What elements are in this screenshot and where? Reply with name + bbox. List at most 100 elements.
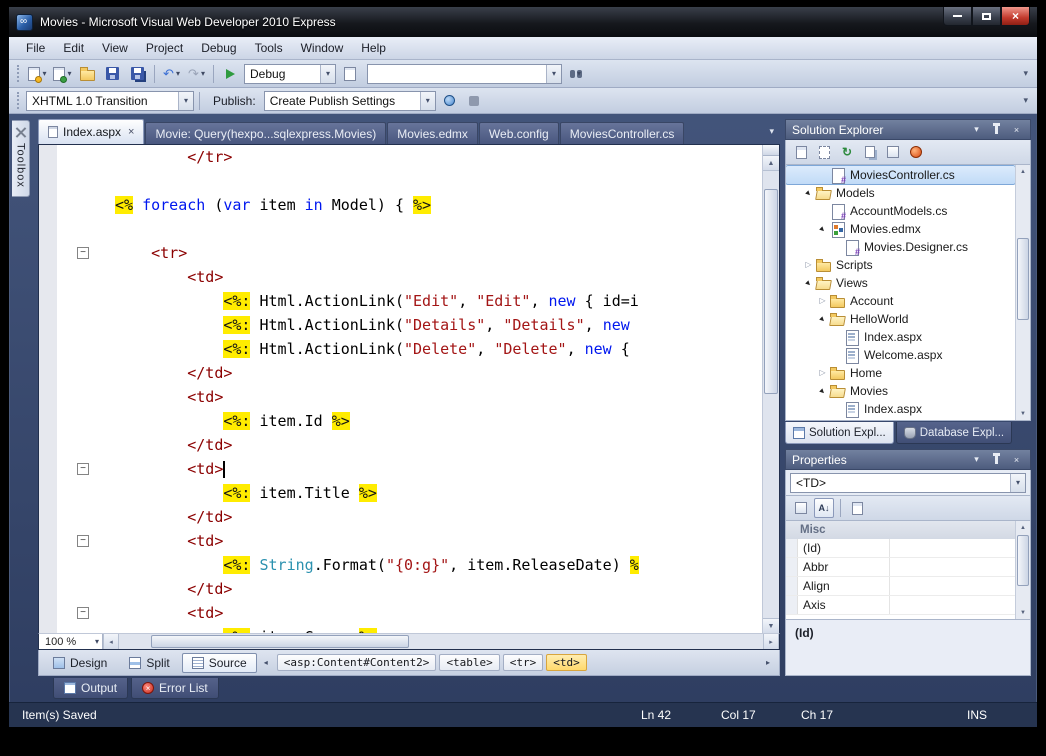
vertical-scrollbar[interactable]: ▲ ▼ bbox=[762, 145, 779, 633]
combo-dropdown-icon[interactable]: ▾ bbox=[420, 92, 435, 110]
new-web-site-button[interactable]: ▾ bbox=[26, 63, 49, 85]
collapsed-icon[interactable]: ▷ bbox=[816, 369, 829, 377]
code-line[interactable]: <%: String.Format("{0:g}", item.ReleaseD… bbox=[39, 553, 762, 577]
find-in-files-button[interactable]: ▾ bbox=[564, 63, 587, 85]
dropdown-arrow-icon[interactable]: ▾ bbox=[201, 70, 205, 78]
save-all-button[interactable] bbox=[126, 63, 149, 85]
selected-object-combo[interactable]: <TD>▾ bbox=[790, 473, 1026, 493]
tree-item[interactable]: ▸Models bbox=[786, 184, 1015, 202]
property-row[interactable]: Axis bbox=[786, 596, 1015, 615]
code-line[interactable] bbox=[39, 217, 762, 241]
scroll-down-icon[interactable]: ▼ bbox=[763, 618, 779, 633]
scroll-up-icon[interactable]: ▲ bbox=[1016, 521, 1030, 534]
start-debugging-button[interactable] bbox=[219, 63, 242, 85]
code-line[interactable]: </td> bbox=[39, 505, 762, 529]
code-line[interactable]: <td> bbox=[39, 265, 762, 289]
tab-output[interactable]: Output bbox=[53, 678, 128, 699]
document-tab[interactable]: Movies.edmx bbox=[387, 122, 478, 144]
window-menu-icon[interactable]: ▾ bbox=[969, 452, 984, 467]
fold-collapse-icon[interactable]: − bbox=[77, 463, 89, 475]
open-file-button[interactable] bbox=[76, 63, 99, 85]
breadcrumb-right-icon[interactable]: ▸ bbox=[761, 654, 775, 672]
property-value[interactable] bbox=[890, 558, 1015, 576]
toolbar-options-icon[interactable]: ▾ bbox=[1019, 68, 1032, 79]
code-line[interactable]: − <td> bbox=[39, 601, 762, 625]
code-line[interactable]: </td> bbox=[39, 433, 762, 457]
scrollbar-thumb[interactable] bbox=[1017, 535, 1029, 585]
properties-button[interactable] bbox=[791, 142, 811, 162]
aspnet-configuration-button[interactable] bbox=[906, 142, 926, 162]
property-row[interactable]: Align bbox=[786, 577, 1015, 596]
tree-item[interactable]: Welcome.aspx bbox=[786, 346, 1015, 364]
expanded-icon[interactable]: ▸ bbox=[815, 383, 831, 399]
solution-explorer-header[interactable]: Solution Explorer ▾ × bbox=[785, 119, 1031, 140]
scrollbar-track[interactable] bbox=[763, 171, 779, 618]
code-line[interactable]: − <tr> bbox=[39, 241, 762, 265]
menu-item-tools[interactable]: Tools bbox=[246, 38, 292, 58]
menu-item-file[interactable]: File bbox=[17, 38, 54, 58]
property-value[interactable] bbox=[890, 539, 1015, 557]
dropdown-arrow-icon[interactable]: ▾ bbox=[42, 70, 46, 78]
design-view-button[interactable]: Design bbox=[43, 653, 117, 673]
solution-configuration-combo[interactable]: Debug▾ bbox=[244, 64, 336, 84]
breadcrumb-left-icon[interactable]: ◂ bbox=[259, 654, 273, 672]
publish-profile-combo[interactable]: Create Publish Settings▾ bbox=[264, 91, 436, 111]
copy-web-site-button[interactable] bbox=[860, 142, 880, 162]
collapsed-icon[interactable]: ▷ bbox=[816, 297, 829, 305]
source-view-button[interactable]: Source bbox=[182, 653, 257, 673]
tree-scrollbar[interactable]: ▲ ▼ bbox=[1015, 165, 1030, 420]
tree-item[interactable]: Movies.Designer.cs bbox=[786, 238, 1015, 256]
code-line[interactable]: <%: item.Id %> bbox=[39, 409, 762, 433]
zoom-combo[interactable]: 100 %▾ bbox=[39, 634, 103, 649]
minimize-button[interactable] bbox=[943, 7, 972, 26]
code-editor[interactable]: </tr><% foreach (var item in Model) { %>… bbox=[39, 145, 762, 633]
scroll-up-icon[interactable]: ▲ bbox=[1016, 165, 1030, 178]
redo-button[interactable]: ↷▾ bbox=[185, 63, 208, 85]
menu-item-view[interactable]: View bbox=[93, 38, 137, 58]
code-line[interactable]: − <td> bbox=[39, 457, 762, 481]
close-button[interactable]: × bbox=[1001, 7, 1030, 26]
combo-dropdown-icon[interactable]: ▾ bbox=[178, 92, 193, 110]
tree-item[interactable]: ▸HelloWorld bbox=[786, 310, 1015, 328]
fold-collapse-icon[interactable]: − bbox=[77, 247, 89, 259]
show-all-files-button[interactable] bbox=[814, 142, 834, 162]
menu-item-window[interactable]: Window bbox=[292, 38, 353, 58]
breadcrumb-tag[interactable]: <table> bbox=[439, 654, 499, 671]
scrollbar-thumb[interactable] bbox=[764, 189, 778, 395]
pin-icon[interactable] bbox=[989, 452, 1004, 467]
document-tab[interactable]: Index.aspx× bbox=[38, 119, 144, 144]
undo-button[interactable]: ↶▾ bbox=[160, 63, 183, 85]
panel-close-icon[interactable]: × bbox=[1009, 122, 1024, 137]
breadcrumb-tag[interactable]: <tr> bbox=[503, 654, 544, 671]
scroll-down-icon[interactable]: ▼ bbox=[1016, 407, 1030, 420]
breadcrumb-tag[interactable]: <asp:Content#Content2> bbox=[277, 654, 437, 671]
hscrollbar-thumb[interactable] bbox=[151, 635, 409, 648]
properties-header[interactable]: Properties ▾ × bbox=[785, 449, 1031, 470]
tree-item[interactable]: Index.aspx bbox=[786, 328, 1015, 346]
tree-item[interactable]: ▸Movies.edmx bbox=[786, 220, 1015, 238]
tree-item[interactable]: MoviesController.cs bbox=[786, 166, 1015, 184]
window-menu-icon[interactable]: ▾ bbox=[969, 122, 984, 137]
expanded-icon[interactable]: ▸ bbox=[801, 185, 817, 201]
categorized-button[interactable] bbox=[791, 498, 811, 518]
splitter-handle[interactable] bbox=[763, 145, 779, 156]
code-line[interactable]: <%: Html.ActionLink("Edit", "Edit", new … bbox=[39, 289, 762, 313]
document-tab[interactable]: MoviesController.cs bbox=[560, 122, 685, 144]
dropdown-arrow-icon[interactable]: ▾ bbox=[176, 70, 180, 78]
toolbar-options-icon[interactable]: ▾ bbox=[1019, 95, 1032, 106]
property-pages-button[interactable] bbox=[847, 498, 867, 518]
code-line[interactable]: <%: item.Genre %> bbox=[39, 625, 762, 633]
code-line[interactable]: <% foreach (var item in Model) { %> bbox=[39, 193, 762, 217]
tree-item[interactable]: ▷Account bbox=[786, 292, 1015, 310]
document-tab[interactable]: Web.config bbox=[479, 122, 559, 144]
menu-item-help[interactable]: Help bbox=[352, 38, 395, 58]
publish-web-button[interactable] bbox=[438, 90, 461, 112]
combo-dropdown-icon[interactable]: ▾ bbox=[546, 65, 561, 83]
toolbar-grip[interactable] bbox=[17, 92, 21, 109]
scrollbar-thumb[interactable] bbox=[1017, 238, 1029, 320]
pin-icon[interactable] bbox=[989, 122, 1004, 137]
fold-collapse-icon[interactable]: − bbox=[77, 535, 89, 547]
scroll-up-icon[interactable]: ▲ bbox=[763, 156, 779, 171]
tree-item[interactable]: ▷Home bbox=[786, 364, 1015, 382]
menu-item-debug[interactable]: Debug bbox=[192, 38, 245, 58]
